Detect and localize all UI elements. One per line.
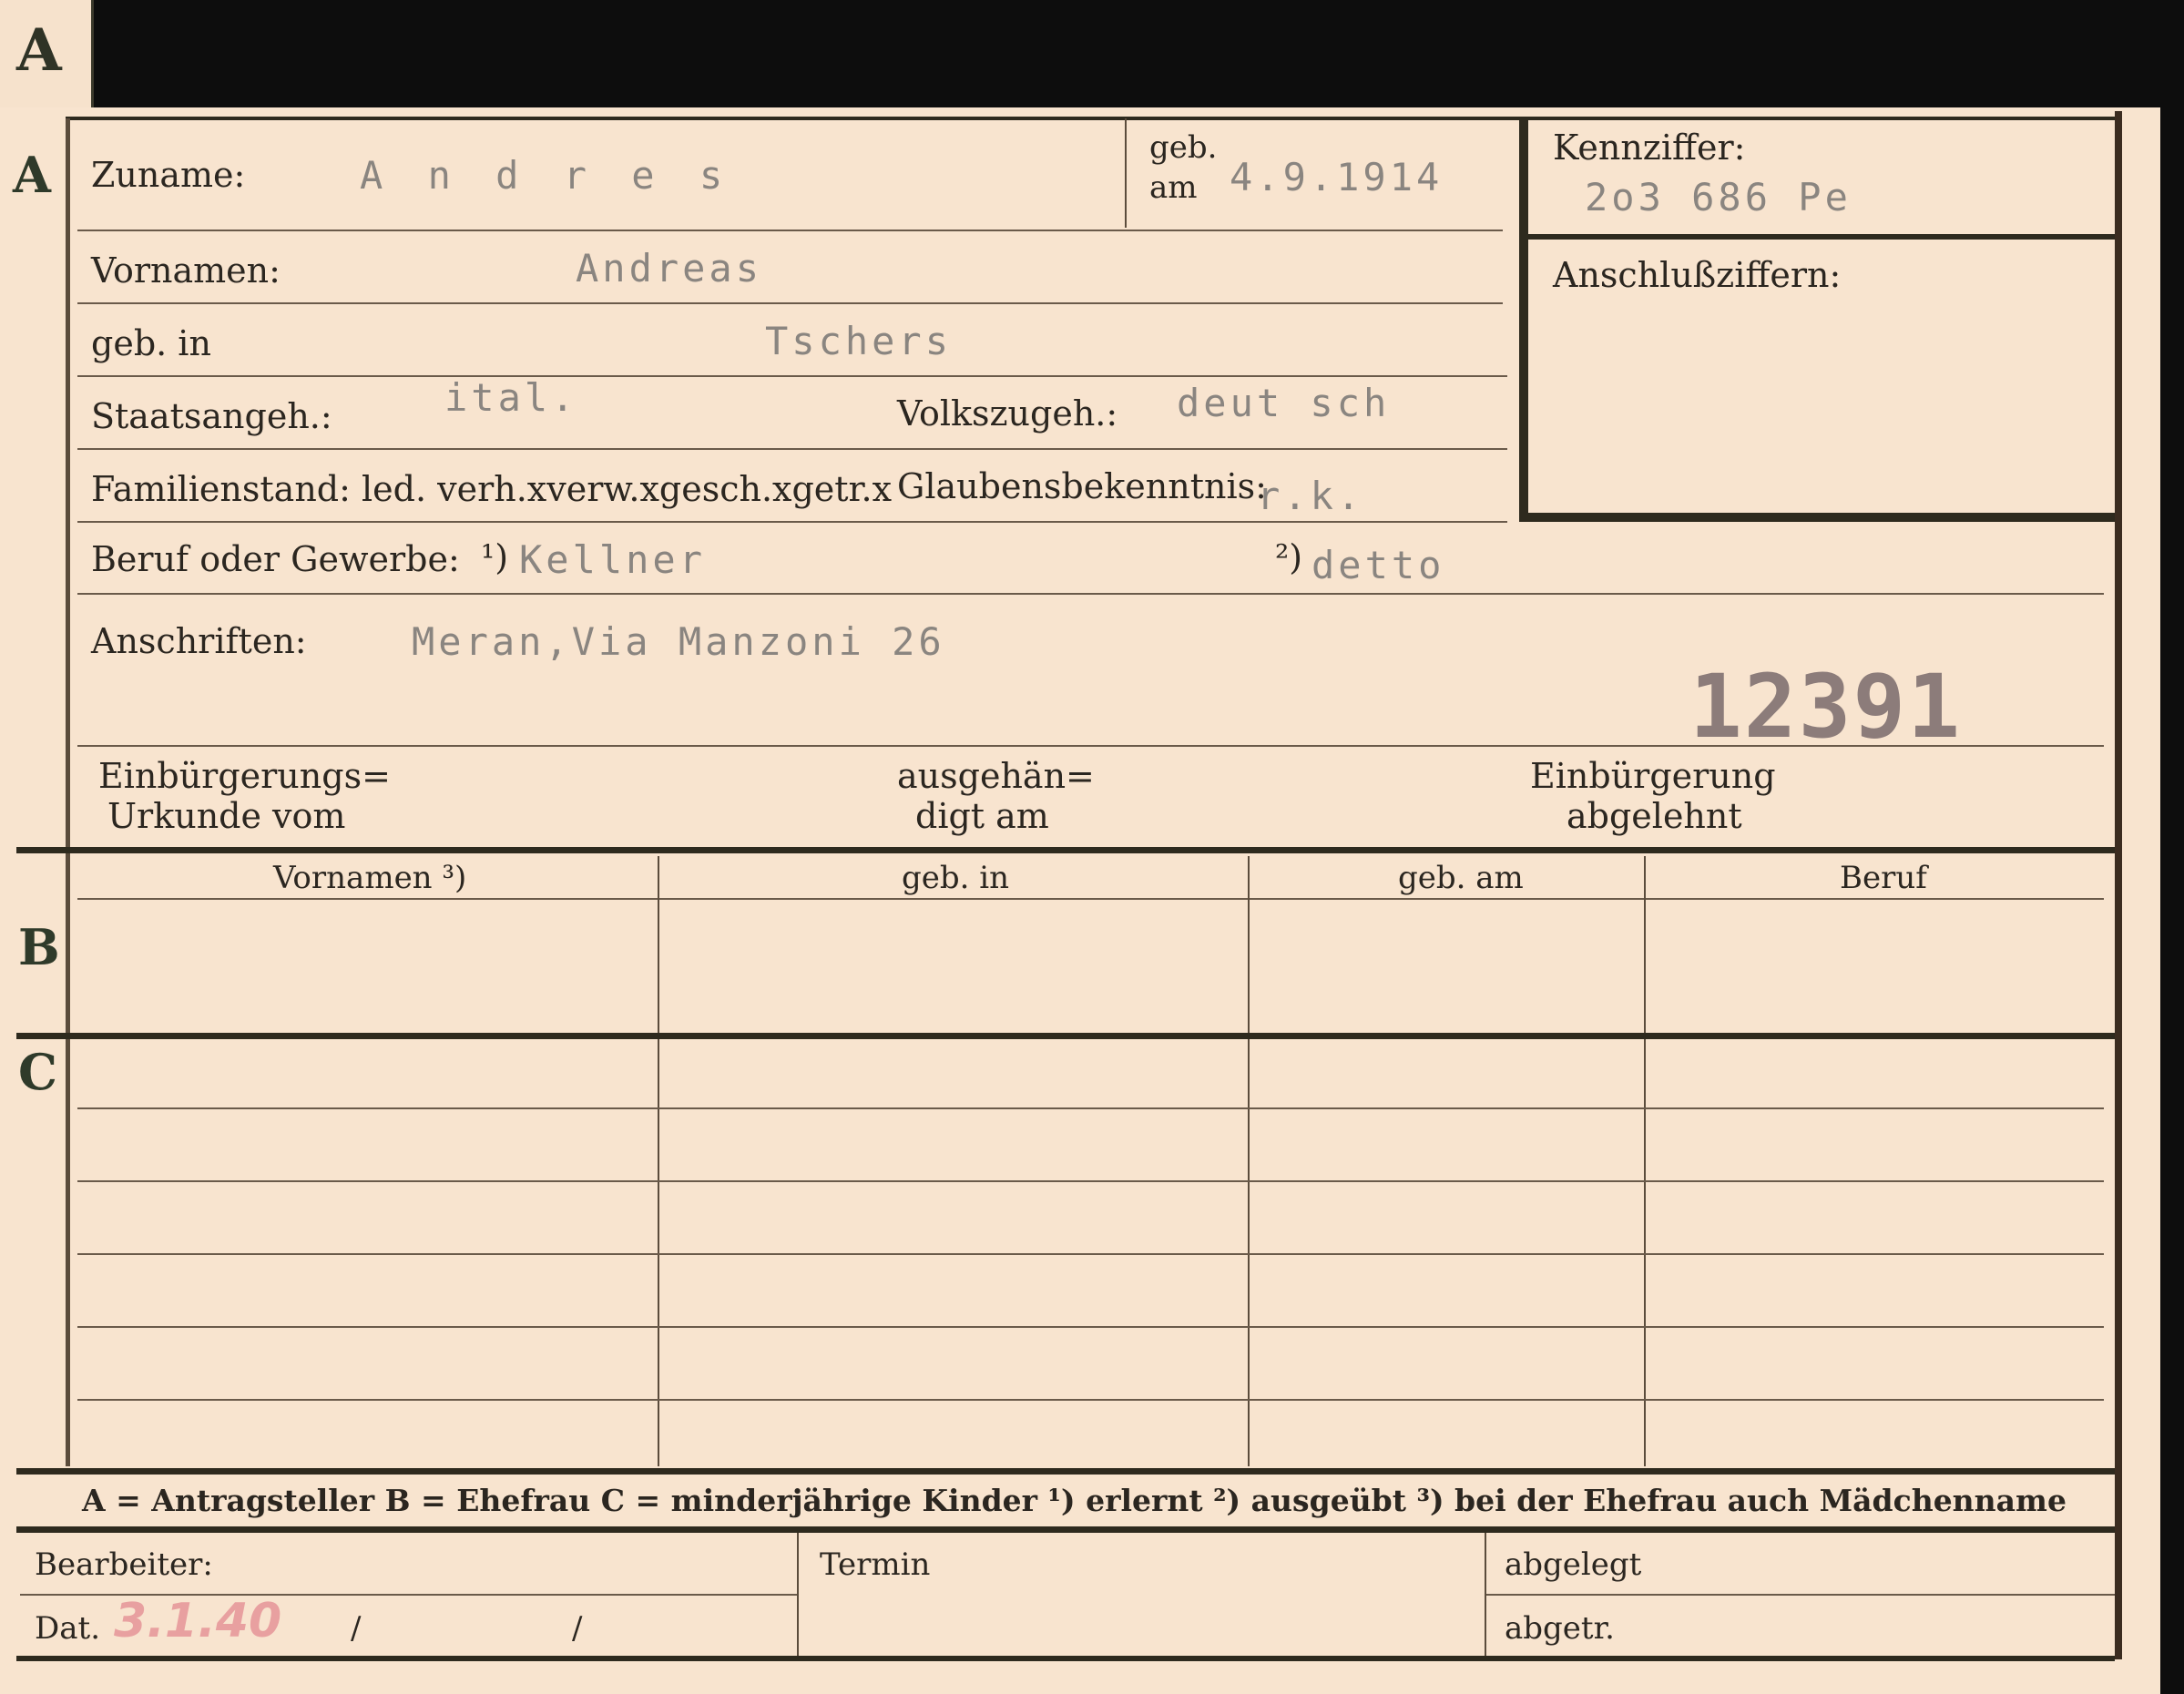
beruf-value-2: detto: [1311, 543, 1445, 587]
abgelehnt-label-1: Einbürgerung: [1530, 756, 1776, 796]
dat-slash-2: /: [572, 1610, 583, 1647]
col-header-vornamen: Vornamen ³): [273, 860, 467, 896]
glaubens-value: r.k.: [1257, 474, 1364, 518]
vornamen-value: Andreas: [576, 246, 763, 291]
card-bottom-border: [16, 1656, 2115, 1661]
abgetr-label: abgetr.: [1505, 1610, 1615, 1647]
geb-am-label-1: geb.: [1149, 129, 1218, 166]
c-row-rule-5: [77, 1399, 2104, 1401]
section-a-left-border: [66, 118, 70, 847]
geb-am-value: 4.9.1914: [1230, 155, 1444, 199]
zuname-label: Zuname:: [91, 155, 246, 195]
footer-divider-1: [797, 1533, 799, 1656]
section-ab-divider: [16, 847, 2115, 853]
row-rule-1: [77, 230, 1503, 231]
kennziffer-box-bottom: [1519, 513, 2115, 522]
abgelehnt-label-2: abgelehnt: [1567, 796, 1742, 836]
beruf-marker-1: ¹): [481, 537, 509, 577]
col-header-geb-am: geb. am: [1398, 860, 1524, 896]
geb-am-label-2: am: [1149, 169, 1198, 206]
col-divider-3: [1644, 856, 1646, 1466]
legend-bottom-rule: [16, 1526, 2115, 1533]
section-a-letter: A: [13, 146, 51, 204]
beruf-marker-2: ²): [1275, 537, 1303, 577]
col-divider-1: [658, 856, 659, 1466]
staatsangeh-label: Staatsangeh.:: [91, 396, 332, 436]
volkszugeh-label: Volkszugeh.:: [897, 393, 1118, 434]
tab-letter: A: [16, 16, 62, 85]
section-c-letter: C: [18, 1043, 57, 1101]
legend-text: A = Antragsteller B = Ehefrau C = minder…: [82, 1483, 2067, 1518]
col-divider-2: [1248, 856, 1250, 1466]
dat-label: Dat.: [35, 1610, 101, 1647]
anschriften-label: Anschriften:: [91, 621, 307, 661]
c-row-rule-4: [77, 1326, 2104, 1328]
row-rule-5: [77, 521, 1507, 523]
row-rule-2: [77, 302, 1503, 304]
section-b-letter: B: [18, 918, 60, 976]
row-rule-3: [77, 375, 1507, 377]
col-header-beruf: Beruf: [1840, 860, 1927, 896]
anschriften-value: Meran,Via Manzoni 26: [412, 619, 945, 664]
section-bc-divider: [16, 1033, 2115, 1039]
kennziffer-box-divider: [1528, 234, 2115, 240]
glaubens-label: Glaubensbekenntnis:: [897, 466, 1267, 506]
kennziffer-value: 2o3 686 Pe: [1585, 175, 1852, 219]
anschlussziffern-label: Anschlußziffern:: [1553, 255, 1842, 295]
geb-in-value: Tschers: [765, 319, 953, 363]
zuname-value: A n d r e s: [360, 153, 734, 198]
right-border: [2115, 111, 2122, 1659]
registration-number-stamp: 12391: [1689, 656, 1962, 758]
familienstand-label: Familienstand: led. verh.xverw.xgesch.xg…: [91, 469, 893, 509]
card-top-border: [66, 117, 2115, 120]
geb-am-divider: [1125, 118, 1127, 228]
ausgehaendigt-label-1: ausgehän=: [897, 756, 1095, 796]
dat-value: 3.1.40: [114, 1594, 282, 1648]
row-rule-6: [77, 593, 2104, 595]
volkszugeh-value: deut sch: [1177, 381, 1391, 425]
table-header-rule: [77, 898, 2104, 900]
beruf-value-1: Kellner: [519, 537, 707, 582]
einbuergerungs-label-1: Einbürgerungs=: [98, 756, 391, 796]
footer-mid-rule-right: [1486, 1594, 2115, 1596]
index-card: [0, 107, 2160, 1694]
col-header-geb-in: geb. in: [902, 860, 1010, 896]
vornamen-label: Vornamen:: [91, 250, 281, 291]
dat-slash-1: /: [351, 1610, 362, 1647]
c-row-rule-3: [77, 1253, 2104, 1255]
index-tab: A: [0, 0, 94, 111]
termin-label: Termin: [820, 1546, 931, 1583]
staatsangeh-value: ital.: [444, 375, 578, 420]
geb-in-label: geb. in: [91, 323, 211, 363]
kennziffer-box-left: [1519, 117, 1528, 522]
c-row-rule-2: [77, 1180, 2104, 1182]
kennziffer-label: Kennziffer:: [1553, 128, 1746, 168]
row-rule-4: [77, 448, 1507, 450]
abgelegt-label: abgelegt: [1505, 1546, 1642, 1583]
einbuergerungs-label-2: Urkunde vom: [107, 796, 346, 836]
c-row-rule-1: [77, 1107, 2104, 1109]
beruf-label: Beruf oder Gewerbe:: [91, 539, 460, 579]
left-border-lower: [66, 852, 70, 1466]
legend-top-rule: [16, 1468, 2115, 1475]
bearbeiter-label: Bearbeiter:: [35, 1546, 213, 1583]
ausgehaendigt-label-2: digt am: [915, 796, 1049, 836]
